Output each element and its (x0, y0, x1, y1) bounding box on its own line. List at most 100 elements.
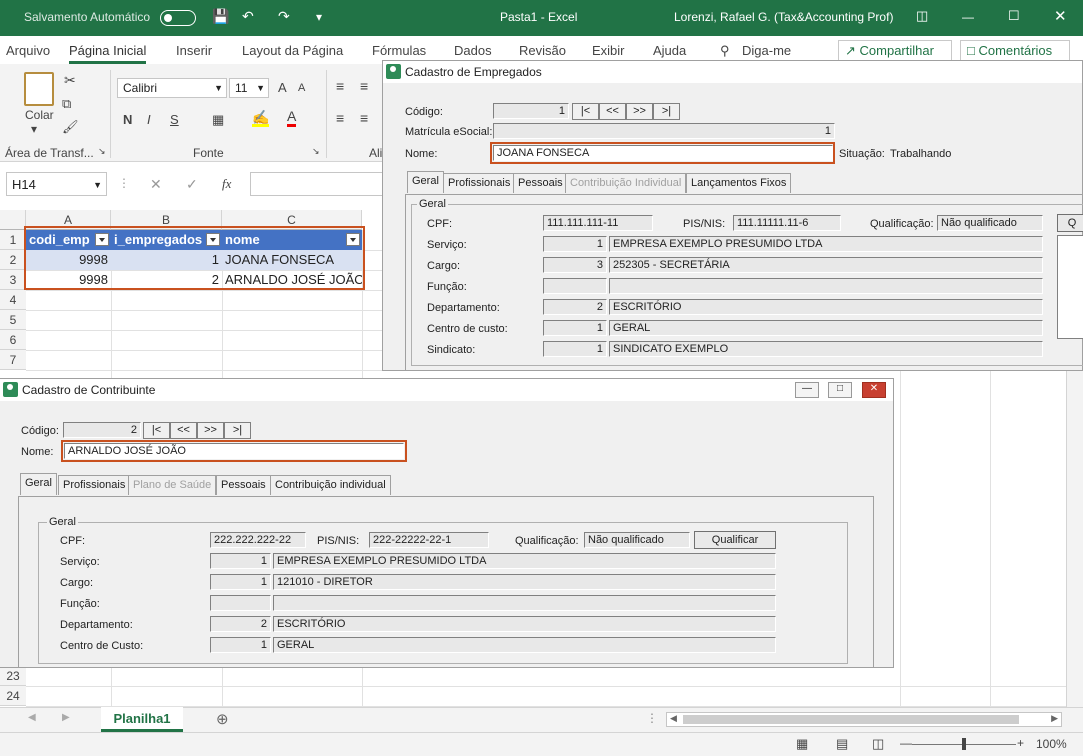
row-header[interactable]: 3 (0, 270, 26, 290)
next-record-button[interactable]: >> (626, 103, 653, 120)
font-size-select[interactable]: 11 ▼ (229, 78, 269, 98)
close-icon[interactable]: ✕ (862, 382, 886, 398)
format-painter-icon[interactable]: 🖌 (62, 119, 79, 135)
next-record-button[interactable]: >> (197, 422, 224, 439)
qat-customize-icon[interactable]: ▾ (316, 10, 322, 24)
tab-plano-saude[interactable]: Plano de Saúde (128, 475, 217, 495)
funcao-field[interactable] (273, 595, 776, 611)
tab-exibir[interactable]: Exibir (592, 43, 625, 58)
scroll-left-icon[interactable]: ◀ (28, 712, 36, 723)
qualificacao-field[interactable]: Não qualificado (584, 532, 690, 548)
departamento-code-field[interactable]: 2 (543, 299, 607, 315)
servico-field[interactable]: EMPRESA EXEMPLO PRESUMIDO LTDA (273, 553, 776, 569)
departamento-field[interactable]: ESCRITÓRIO (273, 616, 776, 632)
scroll-thumb[interactable] (683, 715, 1019, 724)
qualificar-button[interactable]: Qualificar (694, 531, 776, 549)
prev-record-button[interactable]: << (170, 422, 197, 439)
cut-icon[interactable]: ✂ (64, 72, 76, 89)
prev-record-button[interactable]: << (599, 103, 626, 120)
row-header[interactable]: 7 (0, 350, 26, 370)
tab-revisao[interactable]: Revisão (519, 43, 566, 58)
tab-inserir[interactable]: Inserir (176, 43, 212, 58)
save-icon[interactable]: 💾 (212, 8, 229, 25)
row-header[interactable]: 6 (0, 330, 26, 350)
qualificar-button[interactable]: Q (1057, 214, 1083, 232)
page-break-icon[interactable]: ◫ (872, 736, 884, 752)
ribbon-display-icon[interactable]: ◫ (916, 8, 928, 24)
scroll-right-icon[interactable]: ▶ (1051, 713, 1058, 724)
cargo-field[interactable]: 121010 - DIRETOR (273, 574, 776, 590)
cargo-field[interactable]: 252305 - SECRETÁRIA (609, 257, 1043, 273)
scroll-right-icon[interactable]: ▶ (62, 712, 70, 723)
bold-button[interactable]: N (123, 112, 132, 127)
font-launcher-icon[interactable]: ↘ (312, 146, 320, 157)
align-center-icon[interactable]: ≡ (360, 110, 368, 126)
clipboard-launcher-icon[interactable]: ↘ (98, 146, 106, 157)
scroll-left-icon[interactable]: ◀ (670, 713, 677, 724)
user-name[interactable]: Lorenzi, Rafael G. (Tax&Accounting Prof) (674, 10, 893, 24)
borders-icon[interactable]: ▦ (212, 112, 224, 128)
font-name-select[interactable]: Calibri ▼ (117, 78, 227, 98)
redo-icon[interactable]: ↷ (278, 8, 290, 25)
tab-pagina-inicial[interactable]: Página Inicial (69, 43, 147, 64)
paste-label[interactable]: Colar (25, 108, 54, 122)
underline-button[interactable]: S (170, 112, 179, 127)
centro-custo-code-field[interactable]: 1 (210, 637, 271, 653)
tab-profissionais[interactable]: Profissionais (443, 173, 516, 193)
insert-function-icon[interactable]: fx (222, 176, 231, 192)
first-record-button[interactable]: |< (143, 422, 170, 439)
codigo-field[interactable]: 1 (493, 103, 569, 119)
zoom-level[interactable]: 100% (1036, 737, 1067, 751)
last-record-button[interactable]: >| (653, 103, 680, 120)
formula-input[interactable] (250, 172, 390, 196)
servico-code-field[interactable]: 1 (210, 553, 271, 569)
tab-profissionais[interactable]: Profissionais (58, 475, 131, 495)
cargo-code-field[interactable]: 3 (543, 257, 607, 273)
sindicato-code-field[interactable]: 1 (543, 341, 607, 357)
funcao-code-field[interactable] (210, 595, 271, 611)
servico-code-field[interactable]: 1 (543, 236, 607, 252)
departamento-code-field[interactable]: 2 (210, 616, 271, 632)
italic-button[interactable]: I (147, 112, 151, 127)
paste-icon[interactable] (24, 72, 54, 106)
tab-geral[interactable]: Geral (407, 171, 444, 193)
minimize-icon[interactable]: — (962, 10, 974, 24)
codigo-field[interactable]: 2 (63, 422, 141, 438)
tab-pessoais[interactable]: Pessoais (216, 475, 271, 495)
zoom-slider-thumb[interactable] (962, 738, 966, 750)
fill-color-icon[interactable]: ✍ (252, 110, 270, 127)
align-left-icon[interactable]: ≡ (336, 110, 344, 126)
funcao-field[interactable] (609, 278, 1043, 294)
align-top-icon[interactable]: ≡ (336, 78, 344, 94)
tab-ajuda[interactable]: Ajuda (653, 43, 686, 58)
row-header[interactable]: 1 (0, 230, 26, 250)
align-middle-icon[interactable]: ≡ (360, 78, 368, 94)
centro-custo-code-field[interactable]: 1 (543, 320, 607, 336)
autosave-toggle[interactable] (160, 10, 196, 26)
tab-lancamentos-fixos[interactable]: Lançamentos Fixos (686, 173, 792, 193)
font-color-icon[interactable]: A (287, 108, 297, 127)
paste-dropdown-icon[interactable]: ▾ (31, 122, 37, 136)
shrink-font-button[interactable]: A (298, 82, 305, 94)
servico-field[interactable]: EMPRESA EXEMPLO PRESUMIDO LTDA (609, 236, 1043, 252)
zoom-out-icon[interactable]: — (900, 736, 912, 750)
enter-icon[interactable]: ✓ (186, 176, 198, 193)
tab-arquivo[interactable]: Arquivo (6, 43, 50, 58)
matricula-field[interactable]: 1 (493, 123, 835, 139)
pis-field[interactable]: 111.11111.11-6 (733, 215, 841, 231)
last-record-button[interactable]: >| (224, 422, 251, 439)
centro-custo-field[interactable]: GERAL (609, 320, 1043, 336)
cancel-icon[interactable]: ✕ (150, 176, 162, 193)
name-box[interactable]: H14 ▼ (6, 172, 107, 196)
maximize-icon[interactable]: □ (828, 382, 852, 398)
qualificacao-field[interactable]: Não qualificado (937, 215, 1043, 231)
add-sheet-icon[interactable]: ⊕ (216, 710, 229, 728)
first-record-button[interactable]: |< (572, 103, 599, 120)
row-header[interactable]: 23 (0, 666, 26, 686)
page-layout-icon[interactable]: ▤ (836, 736, 848, 752)
comments-button[interactable]: □ Comentários (960, 40, 1070, 62)
cpf-field[interactable]: 111.111.111-11 (543, 215, 653, 231)
tell-me-input[interactable]: Diga-me (742, 43, 791, 58)
copy-icon[interactable]: ⧉ (62, 96, 71, 112)
select-all-corner[interactable] (0, 210, 26, 230)
